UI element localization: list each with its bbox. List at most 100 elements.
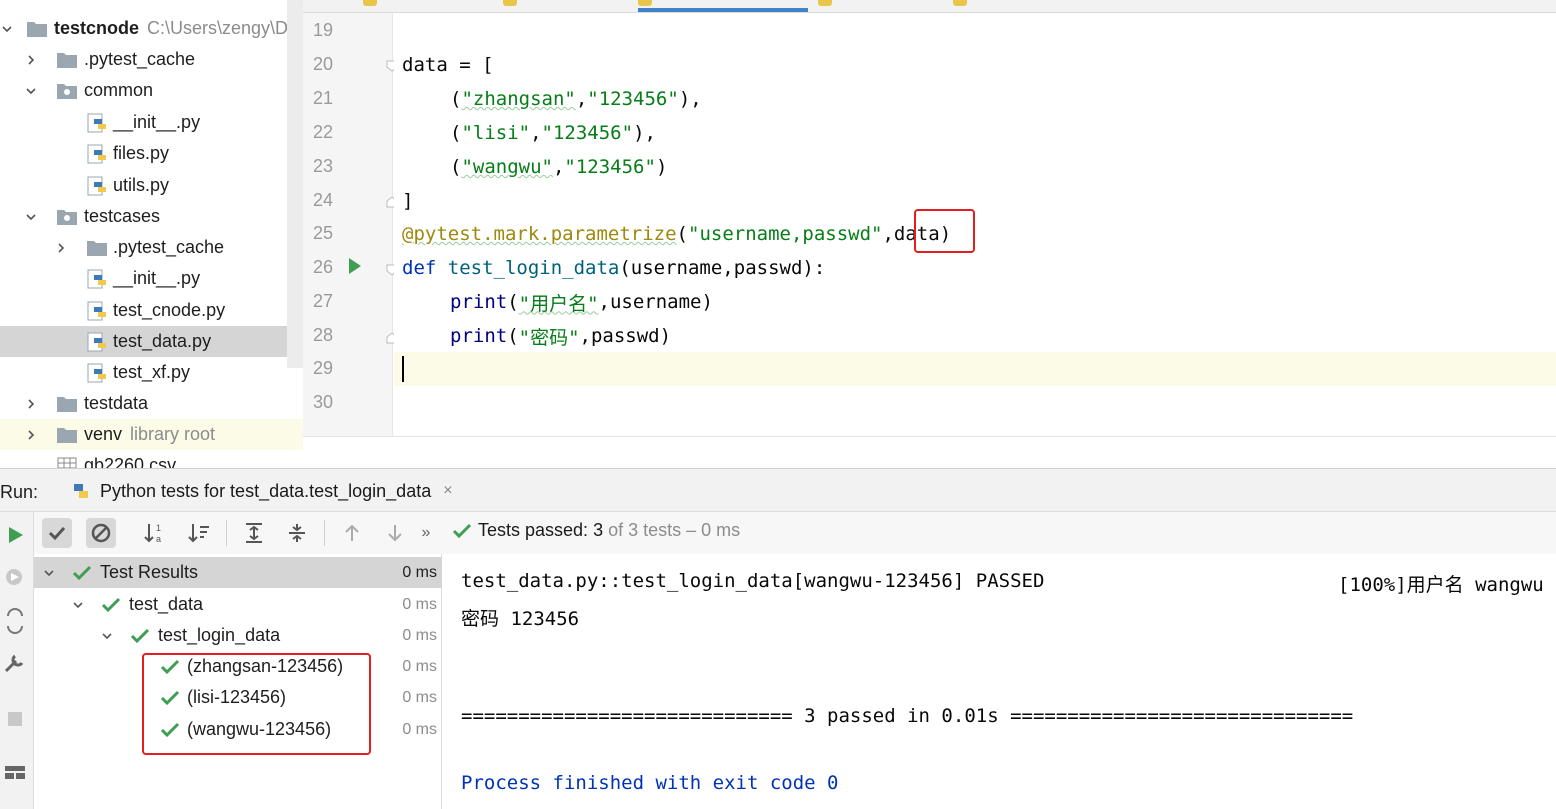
folder-icon	[87, 240, 107, 256]
tree-item-common-init[interactable]: __init__.py	[0, 107, 303, 138]
more-actions-button[interactable]: »	[414, 518, 438, 548]
run-label: Run:	[0, 482, 39, 502]
code-token: (	[507, 291, 519, 313]
expand-all-button[interactable]	[239, 518, 269, 548]
tree-item-label: gb2260.csv	[84, 455, 177, 468]
stop-icon[interactable]	[2, 706, 28, 732]
code-string: "123456"	[587, 88, 679, 110]
code-line-25: @pytest.mark.parametrize("username,passw…	[402, 217, 951, 251]
tree-item-testdata[interactable]: testdata	[0, 388, 303, 419]
csv-file-icon	[57, 457, 77, 468]
python-file-icon	[87, 144, 106, 163]
chevron-down-icon[interactable]	[24, 84, 38, 98]
editor-tab-active[interactable]	[638, 0, 808, 12]
chevron-down-icon[interactable]	[100, 629, 114, 643]
tree-item-label: testcases	[84, 206, 161, 226]
line-number: 21	[313, 88, 334, 108]
run-tab[interactable]: Python tests for test_data.test_login_da…	[60, 469, 463, 513]
code-token: )	[655, 156, 668, 178]
python-file-icon	[87, 113, 106, 132]
code-token: ,	[530, 122, 542, 144]
console-line: [100%]用户名 wangwu	[1338, 574, 1544, 596]
layout-icon[interactable]	[2, 760, 28, 786]
chevron-right-icon[interactable]	[24, 428, 38, 442]
code-token: (	[450, 156, 462, 178]
show-ignored-button[interactable]	[86, 518, 116, 548]
chevron-right-icon[interactable]	[24, 53, 38, 67]
package-folder-icon	[57, 209, 77, 225]
close-icon[interactable]: ×	[443, 482, 452, 500]
tree-item-venv[interactable]: venv library root	[0, 419, 303, 450]
tree-item-test-xf[interactable]: test_xf.py	[0, 357, 303, 388]
tree-item-pytest-cache[interactable]: .pytest_cache	[0, 44, 303, 75]
next-test-button[interactable]	[380, 518, 410, 548]
tree-item-testcnode[interactable]: testcnode C:\Users\zengy\Des	[0, 13, 303, 44]
code-editor[interactable]: data = [ ("zhangsan", "123456"), ("lisi",…	[394, 13, 1556, 436]
highlight-box	[914, 209, 975, 253]
test-label: test_login_data	[158, 625, 281, 645]
rerun-icon[interactable]	[2, 522, 28, 548]
python-file-icon	[87, 332, 106, 351]
code-line-21: ("zhangsan", "123456"),	[450, 82, 702, 116]
code-decorator: @pytest.mark.parametrize	[402, 223, 677, 245]
previous-test-button[interactable]	[337, 518, 367, 548]
tree-item-label: .pytest_cache	[113, 237, 225, 257]
editor-tab[interactable]	[503, 0, 623, 12]
tree-item-label: .pytest_cache	[84, 49, 196, 69]
test-tree-row[interactable]: Test Results 0 ms	[34, 557, 442, 588]
chevron-down-icon[interactable]	[0, 22, 14, 36]
checkmark-icon	[48, 526, 66, 541]
tree-item-common[interactable]: common	[0, 75, 303, 106]
tree-item-test-cnode[interactable]: test_cnode.py	[0, 295, 303, 326]
code-string: "123456"	[541, 122, 634, 144]
editor-tab[interactable]	[818, 0, 938, 12]
show-passed-button[interactable]	[42, 518, 72, 548]
line-number: 20	[313, 54, 334, 74]
chevron-down-icon[interactable]	[71, 598, 85, 612]
rerun-failed-icon[interactable]	[2, 564, 28, 590]
test-runner-toolbar: 1a » Tests passed: 3 of 3 tests – 0 ms	[34, 512, 1556, 554]
test-tree-row[interactable]: test_data 0 ms	[34, 589, 442, 620]
chevron-right-icon[interactable]	[24, 397, 38, 411]
project-tree-panel: testcnode C:\Users\zengy\Des .pytest_cac…	[0, 0, 303, 468]
passed-icon	[130, 628, 150, 643]
test-tree-row[interactable]: test_login_data 0 ms	[34, 620, 442, 651]
code-line-22: ("lisi", "123456"),	[450, 116, 656, 150]
tree-item-testcases-init[interactable]: __init__.py	[0, 263, 303, 294]
run-test-icon[interactable]	[349, 258, 361, 274]
chevron-down-icon[interactable]	[42, 566, 56, 580]
project-scrollbar[interactable]	[287, 0, 303, 368]
code-line-28: print("密码" ,passwd)	[450, 319, 671, 353]
chevron-right-icon[interactable]	[54, 241, 68, 255]
console-output[interactable]: test_data.py::test_login_data[wangwu-123…	[443, 554, 1556, 809]
tree-item-test-data[interactable]: test_data.py	[0, 326, 303, 357]
code-line-20: data = [	[402, 48, 494, 82]
code-line-23: ("wangwu", "123456")	[450, 150, 667, 184]
run-side-toolbar	[0, 512, 34, 809]
sort-alphabetically-button[interactable]: 1a	[140, 518, 170, 548]
toggle-auto-test-icon[interactable]	[2, 608, 28, 634]
test-duration: 0 ms	[402, 626, 437, 644]
python-file-icon	[87, 363, 106, 382]
ignored-icon	[91, 523, 111, 543]
tree-item-testcases[interactable]: testcases	[0, 201, 303, 232]
line-number: 27	[313, 291, 334, 311]
code-string: "wangwu"	[461, 156, 553, 178]
code-token: ]	[402, 190, 414, 212]
tree-item-testcases-pytest-cache[interactable]: .pytest_cache	[0, 232, 303, 263]
wrench-icon[interactable]	[2, 650, 28, 676]
tree-item-utils[interactable]: utils.py	[0, 170, 303, 201]
status-count: 3	[593, 520, 604, 540]
folder-icon	[57, 427, 77, 443]
sort-by-duration-button[interactable]	[184, 518, 214, 548]
code-builtin: print	[450, 291, 508, 313]
editor-tab[interactable]	[363, 0, 483, 12]
tree-item-files[interactable]: files.py	[0, 138, 303, 169]
tree-item-gb2260-csv[interactable]: gb2260.csv	[0, 450, 303, 468]
code-token: data = [	[402, 54, 494, 76]
tree-item-label: test_xf.py	[113, 362, 191, 382]
collapse-all-button[interactable]	[282, 518, 312, 548]
editor-tab[interactable]	[953, 0, 1073, 12]
folder-icon	[57, 396, 77, 412]
chevron-down-icon[interactable]	[24, 210, 38, 224]
